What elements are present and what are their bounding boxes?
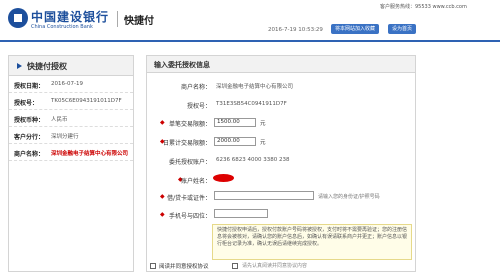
summary-panel-header: 快捷付授权 bbox=[9, 56, 133, 76]
phone-label: 手机号与四位： bbox=[168, 213, 211, 220]
single-limit-label: 单笔交易限额： bbox=[168, 121, 211, 128]
daily-limit-input[interactable]: 2000.00 bbox=[214, 137, 256, 146]
summary-label: 授权日期： bbox=[14, 83, 45, 90]
bank-name-en: China Construction Bank bbox=[31, 24, 93, 30]
ccb-logo-icon bbox=[8, 8, 28, 28]
id-number-input[interactable] bbox=[214, 191, 314, 200]
agree-confirm-checkbox[interactable] bbox=[232, 263, 238, 269]
agree-checkbox[interactable] bbox=[150, 263, 156, 269]
product-title: 快捷付 bbox=[124, 16, 154, 27]
redaction-mark bbox=[213, 174, 234, 182]
set-homepage-button[interactable]: 设为首页 bbox=[388, 24, 417, 34]
summary-label: 授权号： bbox=[14, 100, 39, 107]
header-divider bbox=[117, 11, 118, 27]
merchant-name-label: 商户名称： bbox=[180, 84, 211, 91]
auth-no-value: T31E3SB54C0941911D7F bbox=[216, 101, 287, 107]
account-name-label: 账户姓名： bbox=[180, 178, 211, 185]
form-panel-header: 输入委托授权信息 bbox=[147, 56, 415, 73]
service-account-value: 6236 6823 4000 3380 238 bbox=[216, 157, 290, 163]
summary-row-currency: 授权币种： 人民币 bbox=[9, 110, 133, 127]
daily-limit-label: 日累计交易限额： bbox=[162, 140, 211, 147]
phone-input[interactable] bbox=[214, 209, 268, 218]
bank-name-cn: 中国建设银行 bbox=[31, 10, 110, 24]
summary-label: 商户名称： bbox=[14, 151, 45, 158]
daily-limit-unit: 元 bbox=[260, 140, 266, 146]
summary-row-merchant: 商户名称： 深圳金融电子结算中心有限公司 bbox=[9, 144, 133, 161]
summary-value: 深圳分建行 bbox=[51, 134, 79, 140]
summary-row-date: 授权日期： 2016-07-19 bbox=[9, 76, 133, 93]
merchant-name-value: 深圳金融电子结算中心有限公司 bbox=[216, 84, 294, 90]
summary-panel-title: 快捷付授权 bbox=[27, 62, 67, 71]
single-limit-input[interactable]: 1500.00 bbox=[214, 118, 256, 127]
single-limit-unit: 元 bbox=[260, 121, 266, 127]
summary-value: 人民币 bbox=[51, 117, 68, 123]
form-panel-title: 输入委托授权信息 bbox=[154, 61, 210, 69]
summary-label: 客户分行： bbox=[14, 134, 45, 141]
service-account-label: 委托授权账户： bbox=[168, 159, 211, 166]
current-datetime: 2016-7-19 10:53:29 bbox=[268, 27, 323, 33]
summary-row-branch: 客户分行： 深圳分建行 bbox=[9, 127, 133, 144]
summary-label: 授权币种： bbox=[14, 117, 45, 124]
summary-value: 2016-07-19 bbox=[51, 81, 83, 87]
id-number-label: 借/贷卡或证件： bbox=[166, 195, 211, 202]
agree-label: 阅读并同意授权协议 bbox=[159, 264, 209, 270]
arrow-right-icon bbox=[17, 63, 22, 69]
agree-note: 请先认真阅读并同意协议内容 bbox=[242, 263, 308, 269]
authorization-notice: 快捷付授权申请后，授权付款账户号码将被授权，支付时将不需要再验证；您的注册信息将… bbox=[212, 224, 412, 260]
authorization-summary-panel: 快捷付授权 授权日期： 2016-07-19 授权号： TK05C6E09431… bbox=[8, 55, 134, 272]
header-divider-line bbox=[0, 40, 500, 42]
service-hotline: 客户服务热线：95533 www.ccb.com bbox=[380, 4, 467, 10]
auth-no-label: 授权号： bbox=[186, 103, 211, 110]
summary-value: TK05C6E0943191011D7F bbox=[51, 98, 122, 104]
summary-value: 深圳金融电子结算中心有限公司 bbox=[51, 151, 129, 157]
add-favorite-button[interactable]: 将本网站加入收藏 bbox=[331, 24, 380, 34]
id-number-hint: 请输入您的身份证/护照号码 bbox=[318, 194, 380, 200]
summary-row-auth-no: 授权号： TK05C6E0943191011D7F bbox=[9, 93, 133, 110]
page-header: 中国建设银行 China Construction Bank 快捷付 客户服务热… bbox=[0, 0, 500, 40]
